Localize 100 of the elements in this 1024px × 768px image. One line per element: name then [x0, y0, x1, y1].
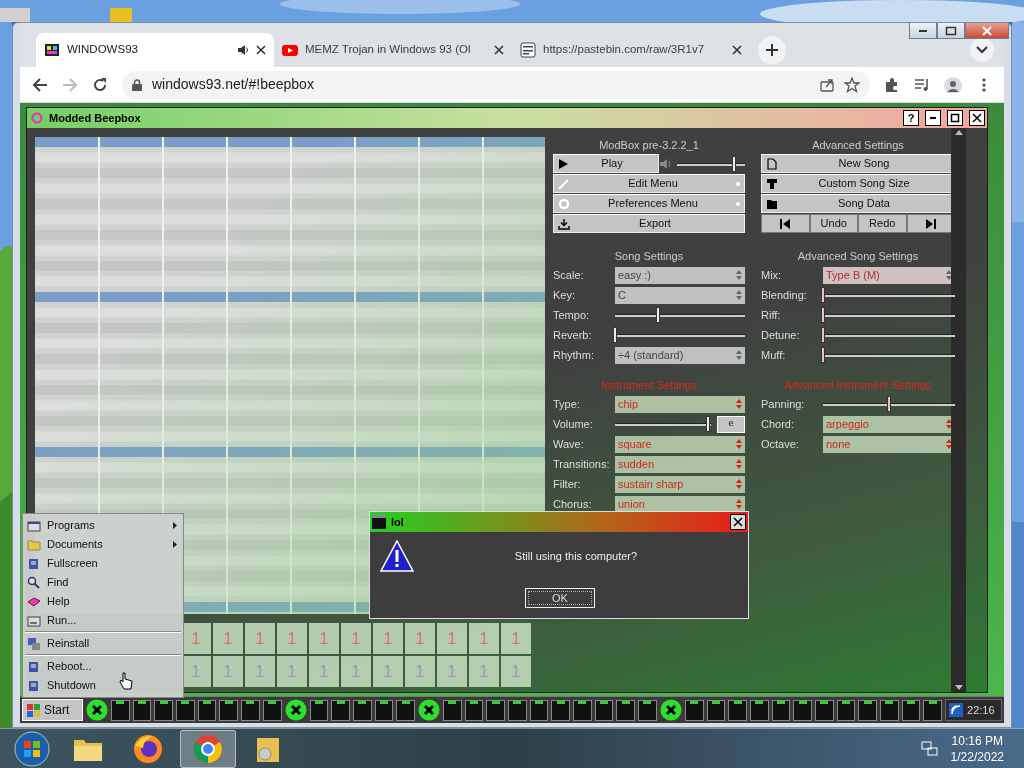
pattern-cell[interactable]: 1 — [341, 623, 371, 654]
taskbar-window-button[interactable] — [858, 699, 877, 721]
slider[interactable] — [823, 287, 955, 303]
network-icon[interactable] — [920, 740, 939, 757]
menu-item[interactable]: Programs — [23, 516, 183, 535]
start-button[interactable]: Start — [22, 699, 83, 721]
taskbar-window-button[interactable] — [836, 699, 856, 721]
dropdown[interactable]: chip — [615, 395, 745, 413]
taskbar-window-button[interactable] — [616, 699, 636, 721]
taskbar-window-button[interactable] — [771, 699, 791, 721]
taskbar-window-button[interactable] — [219, 699, 239, 721]
taskbar-window-button[interactable] — [309, 699, 329, 721]
dropdown[interactable]: square — [615, 435, 745, 453]
tab-search-button[interactable] — [970, 38, 994, 62]
small-button[interactable]: e — [717, 415, 745, 433]
maximize-button[interactable] — [947, 110, 963, 126]
pattern-cell[interactable]: 1 — [277, 623, 307, 654]
menu-item[interactable]: Reinstall — [23, 634, 183, 653]
taskbar-window-button[interactable] — [594, 699, 614, 721]
slider-thumb[interactable] — [821, 287, 825, 303]
dropdown[interactable]: C — [615, 286, 745, 304]
slider-thumb[interactable] — [821, 347, 825, 363]
dropdown[interactable]: sustain sharp — [615, 475, 745, 493]
taskbar-window-button[interactable] — [793, 699, 812, 721]
slider-thumb[interactable] — [613, 327, 617, 343]
taskbar-window-button[interactable] — [814, 699, 834, 721]
dropdown[interactable]: ÷4 (standard) — [615, 346, 745, 364]
taskbar-window-button[interactable] — [573, 699, 592, 721]
new-tab-button[interactable] — [758, 36, 786, 64]
taskbar-window-button[interactable] — [638, 699, 657, 721]
minimize-button[interactable] — [925, 110, 941, 126]
close-icon[interactable] — [256, 45, 266, 55]
taskbar-window-button[interactable] — [486, 699, 505, 721]
taskbar-window-button[interactable] — [262, 699, 282, 721]
taskbar-window-button[interactable] — [396, 699, 415, 721]
share-icon[interactable] — [820, 77, 834, 92]
taskbar-window-button[interactable] — [880, 699, 899, 721]
slider-thumb[interactable] — [821, 307, 825, 323]
minimize-button[interactable] — [909, 23, 937, 39]
slider-thumb[interactable] — [821, 327, 825, 343]
avatar-button[interactable] — [944, 76, 962, 93]
taskbar-app-button[interactable] — [180, 729, 236, 768]
edit-button[interactable]: Undo — [809, 214, 858, 233]
taskbar-window-button[interactable] — [331, 699, 350, 721]
puzzle-button[interactable] — [884, 76, 900, 93]
slider-thumb[interactable] — [887, 396, 891, 412]
slider-thumb[interactable] — [655, 307, 660, 323]
dropdown[interactable]: sudden — [615, 455, 745, 473]
slider[interactable] — [823, 307, 955, 323]
volume-slider[interactable] — [677, 155, 745, 172]
browser-tab[interactable]: https://pastebin.com/raw/3R1v7 — [512, 33, 750, 67]
pattern-cell[interactable]: 1 — [309, 623, 339, 654]
menu-item[interactable]: Run... — [23, 611, 183, 630]
previous-button[interactable] — [761, 214, 810, 233]
reload-button[interactable] — [92, 76, 108, 93]
dropdown[interactable]: easy :) — [615, 266, 745, 284]
taskbar-window-button[interactable] — [749, 699, 769, 721]
pattern-cell[interactable]: 1 — [469, 623, 499, 654]
taskbar-window-button[interactable] — [197, 699, 217, 721]
taskbar-window-button[interactable] — [508, 699, 527, 721]
close-icon[interactable] — [732, 45, 742, 55]
close-button[interactable] — [730, 514, 746, 530]
taskbar-window-button[interactable] — [923, 699, 943, 721]
slider[interactable] — [615, 307, 745, 323]
close-button[interactable] — [969, 110, 985, 126]
taskbar-window-button[interactable] — [241, 699, 260, 721]
taskbar-window-button[interactable] — [442, 699, 462, 721]
pattern-cell[interactable]: 1 — [405, 623, 435, 654]
menu-item[interactable]: Find — [23, 573, 183, 592]
help-button[interactable]: ? — [903, 110, 919, 126]
taskbar-window-button[interactable] — [684, 699, 704, 721]
menu-dropdown[interactable]: Edit Menu — [553, 174, 745, 193]
taskbar-window-button[interactable] — [706, 699, 726, 721]
playlist-button[interactable] — [914, 76, 930, 93]
ok-button[interactable]: OK — [525, 588, 595, 608]
slider[interactable] — [823, 396, 955, 412]
export-button[interactable]: Export — [553, 214, 745, 233]
taskbar-window-button[interactable] — [154, 699, 174, 721]
taskbar-window-button[interactable] — [176, 699, 195, 721]
edit-button[interactable]: Redo — [858, 214, 907, 233]
taskbar-window-button[interactable] — [728, 699, 747, 721]
pattern-cell[interactable]: 1 — [373, 623, 403, 654]
slider[interactable] — [615, 416, 711, 432]
browser-tab[interactable]: MEMZ Trojan in Windows 93 (Ol — [274, 33, 512, 67]
taskbar-window-button[interactable] — [551, 699, 571, 721]
taskbar-window-button[interactable] — [132, 699, 152, 721]
menu-item[interactable]: Documents — [23, 535, 183, 554]
slider[interactable] — [823, 347, 955, 363]
slider-thumb[interactable] — [706, 416, 711, 432]
taskbar-window-button[interactable] — [529, 699, 549, 721]
play-button[interactable]: Play — [553, 154, 659, 173]
slider-thumb[interactable] — [732, 155, 737, 172]
menu-item[interactable]: Help — [23, 592, 183, 611]
slider[interactable] — [615, 327, 745, 343]
slider[interactable] — [823, 327, 955, 343]
menu-dropdown[interactable]: Preferences Menu — [553, 194, 745, 213]
scrollbar[interactable] — [951, 128, 966, 692]
taskbar-window-button[interactable] — [352, 699, 372, 721]
star-icon[interactable] — [844, 76, 860, 93]
taskbar-window-button[interactable] — [374, 699, 394, 721]
